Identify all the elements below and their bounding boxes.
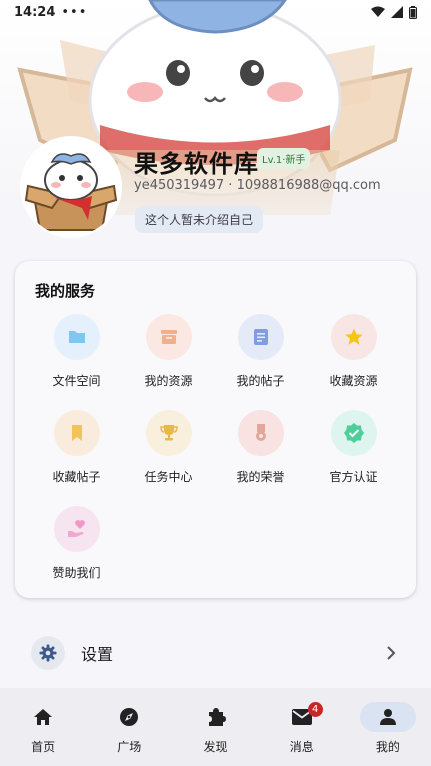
service-icon-circle (237, 314, 284, 360)
service-my-resources[interactable]: 我的资源 (122, 314, 215, 394)
account-id: ye450319497 (134, 178, 225, 193)
verified-badge-icon (343, 423, 364, 443)
status-time: 14:24 (14, 4, 56, 20)
service-label: 我的资源 (144, 374, 193, 388)
gear-icon (39, 644, 57, 662)
avatar-mascot-icon (22, 138, 120, 236)
unread-badge: 4 (307, 702, 323, 717)
battery-icon (409, 5, 417, 19)
profile-nickname: 果多软件库 (134, 150, 259, 178)
settings-label: 设置 (81, 645, 114, 664)
service-my-posts[interactable]: 我的帖子 (214, 314, 307, 394)
nav-label: 我的 (375, 740, 400, 754)
service-label: 收藏资源 (329, 374, 378, 388)
puzzle-icon (208, 708, 226, 726)
service-label: 收藏帖子 (52, 470, 101, 484)
star-icon (344, 328, 363, 345)
medal-icon (255, 424, 266, 441)
nav-mine[interactable]: 我的 (345, 688, 431, 766)
settings-icon-circle (31, 636, 65, 670)
service-label: 任务中心 (144, 470, 193, 484)
bottom-navigation: 首页 广场 发现 4 消息 我的 (0, 688, 431, 766)
account-info: ye450319497 · 1098816988@qq.com (134, 178, 381, 193)
trophy-icon (159, 425, 178, 441)
service-icon-circle (330, 410, 377, 456)
nav-icon-wrap (15, 702, 71, 732)
service-official-verification[interactable]: 官方认证 (307, 410, 400, 490)
avatar[interactable] (22, 138, 120, 236)
nav-messages[interactable]: 4 消息 (259, 688, 345, 766)
nav-square[interactable]: 广场 (86, 688, 172, 766)
nav-icon-wrap (101, 702, 157, 732)
nav-label: 消息 (289, 740, 314, 754)
document-icon (253, 329, 268, 345)
bio-chip[interactable]: 这个人暂未介绍自己 (135, 206, 264, 233)
nav-home[interactable]: 首页 (0, 688, 86, 766)
signal-icon (391, 6, 403, 18)
service-task-center[interactable]: 任务中心 (122, 410, 215, 490)
compass-icon (120, 708, 139, 726)
level-badge: Lv.1·新手 (257, 148, 311, 169)
service-my-honors[interactable]: 我的荣誉 (214, 410, 307, 490)
status-icons (371, 5, 417, 19)
service-icon-circle (237, 410, 284, 456)
service-label: 文件空间 (52, 374, 101, 388)
service-icon-circle (145, 410, 192, 456)
service-icon-circle (53, 314, 100, 360)
nav-icon-wrap (188, 702, 244, 732)
nav-label: 首页 (31, 740, 56, 754)
service-file-space[interactable]: 文件空间 (30, 314, 123, 394)
account-separator: · (228, 178, 233, 193)
account-email: 1098816988@qq.com (236, 178, 381, 193)
archive-box-icon (160, 330, 177, 344)
service-sponsor-us[interactable]: 赞助我们 (30, 506, 123, 586)
home-icon (34, 709, 53, 725)
nav-icon-wrap-active (359, 702, 416, 732)
heart-hand-icon (67, 520, 85, 537)
folder-icon (68, 331, 85, 343)
service-label: 我的帖子 (236, 374, 285, 388)
service-favorite-resources[interactable]: 收藏资源 (307, 314, 400, 394)
person-icon (379, 709, 396, 725)
service-label: 赞助我们 (52, 566, 101, 580)
service-icon-circle (53, 506, 100, 552)
bookmark-icon (71, 425, 82, 441)
settings-row[interactable]: 设置 (15, 630, 416, 676)
nav-icon-wrap: 4 (274, 702, 330, 732)
status-notification-dots: ••• (61, 4, 88, 20)
my-services-card: 我的服务 文件空间 我的资源 我的帖子 收藏资源 收藏帖子 任务中心 我的荣誉 … (15, 261, 416, 598)
services-title: 我的服务 (35, 282, 96, 300)
service-label: 官方认证 (329, 470, 378, 484)
nav-label: 发现 (203, 740, 228, 754)
chevron-right-icon (387, 646, 396, 660)
service-icon-circle (53, 410, 100, 456)
status-bar: 14:24 ••• (0, 0, 431, 24)
service-icon-circle (145, 314, 192, 360)
nav-discover[interactable]: 发现 (172, 688, 258, 766)
service-label: 我的荣誉 (236, 470, 285, 484)
wifi-icon (371, 6, 385, 17)
nav-label: 广场 (117, 740, 142, 754)
service-favorite-posts[interactable]: 收藏帖子 (30, 410, 123, 490)
service-icon-circle (330, 314, 377, 360)
